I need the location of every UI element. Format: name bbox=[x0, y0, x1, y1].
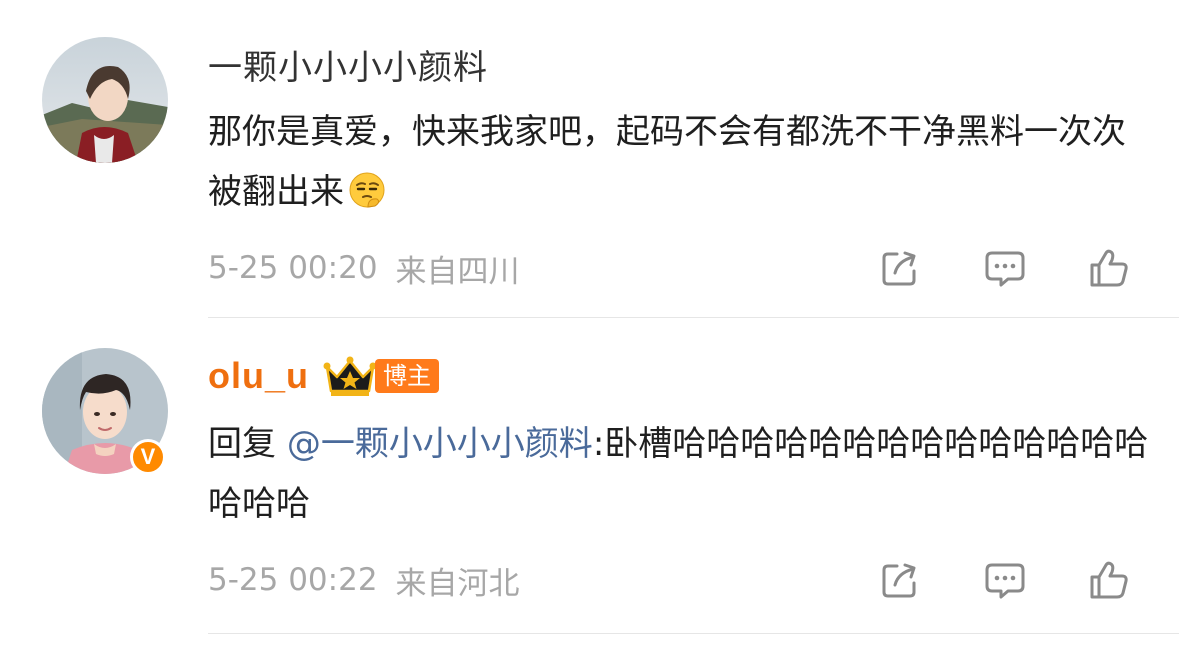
timestamp: 5-25 00:20 bbox=[208, 250, 378, 286]
location: 来自河北 bbox=[395, 565, 520, 602]
comment-item: V olu_u 博主 回复 @一颗小小小小颜料:卧槽哈哈哈哈哈哈哈哈哈哈哈哈哈哈… bbox=[0, 318, 1179, 634]
like-icon bbox=[1090, 561, 1128, 599]
divider bbox=[208, 633, 1179, 634]
comment-text: 回复 @一颗小小小小颜料:卧槽哈哈哈哈哈哈哈哈哈哈哈哈哈哈哈哈哈 bbox=[208, 414, 1153, 534]
share-icon bbox=[882, 563, 916, 598]
comment-button[interactable] bbox=[983, 558, 1027, 602]
crown-icon bbox=[323, 356, 377, 396]
username[interactable]: 一颗小小小小颜料 bbox=[208, 40, 488, 89]
like-button[interactable] bbox=[1087, 246, 1131, 290]
comment-icon bbox=[985, 251, 1025, 287]
username-row: olu_u 博主 bbox=[208, 354, 439, 398]
location: 来自四川 bbox=[395, 253, 520, 290]
avatar[interactable] bbox=[42, 37, 168, 163]
reply-prefix: 回复 bbox=[208, 424, 287, 464]
like-icon bbox=[1090, 249, 1128, 287]
comment-item: 一颗小小小小颜料 那你是真爱，快来我家吧，起码不会有都洗不干净黑料一次次被翻出来… bbox=[0, 0, 1179, 318]
avatar-image bbox=[42, 37, 168, 163]
comment-icon bbox=[985, 563, 1025, 599]
username[interactable]: olu_u bbox=[208, 355, 309, 397]
verified-badge: V bbox=[130, 439, 166, 475]
thinking-face-emoji bbox=[349, 172, 385, 208]
timestamp: 5-25 00:22 bbox=[208, 562, 378, 598]
comment-body: 那你是真爱，快来我家吧，起码不会有都洗不干净黑料一次次被翻出来 bbox=[208, 112, 1126, 212]
username-row: 一颗小小小小颜料 bbox=[208, 40, 488, 89]
comment-meta: 5-25 00:20 来自四川 bbox=[208, 246, 520, 290]
role-badge: 博主 bbox=[375, 359, 439, 393]
mention-link[interactable]: @一颗小小小小颜料 bbox=[287, 424, 593, 464]
share-button[interactable] bbox=[878, 558, 922, 602]
comment-text: 那你是真爱，快来我家吧，起码不会有都洗不干净黑料一次次被翻出来 bbox=[208, 102, 1153, 222]
share-button[interactable] bbox=[878, 246, 922, 290]
share-icon bbox=[882, 251, 916, 286]
comment-button[interactable] bbox=[983, 246, 1027, 290]
comment-meta: 5-25 00:22 来自河北 bbox=[208, 558, 520, 602]
like-button[interactable] bbox=[1087, 558, 1131, 602]
